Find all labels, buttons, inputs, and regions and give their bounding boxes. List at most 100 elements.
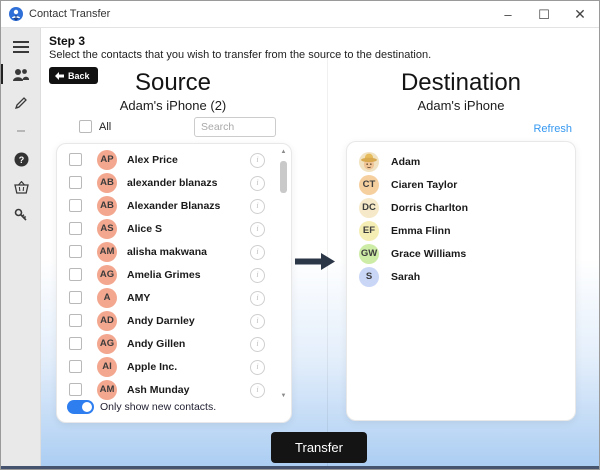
contact-name: Grace Williams xyxy=(391,248,466,260)
toggle-knob xyxy=(82,402,92,412)
destination-contact-row[interactable]: DC Dorris Charlton xyxy=(347,196,575,219)
contact-avatar: AM xyxy=(97,380,117,400)
info-icon[interactable]: i xyxy=(250,360,265,375)
contact-checkbox[interactable] xyxy=(69,245,82,258)
source-contact-row[interactable]: AS Alice S i xyxy=(57,217,291,240)
contact-checkbox[interactable] xyxy=(69,199,82,212)
source-contact-row[interactable]: AP Alex Price i xyxy=(57,148,291,171)
select-all-checkbox[interactable] xyxy=(79,120,92,133)
contact-name: Sarah xyxy=(391,271,420,283)
basket-icon xyxy=(14,181,29,194)
select-all[interactable]: All xyxy=(79,120,111,133)
contact-name: AMY xyxy=(127,292,150,304)
source-contact-list: AP Alex Price i AB alexander blanazs i A… xyxy=(56,143,292,423)
contact-avatar: AG xyxy=(97,334,117,354)
contact-name: alisha makwana xyxy=(127,246,207,258)
source-contact-row[interactable]: AI Apple Inc. i xyxy=(57,355,291,378)
source-contact-row[interactable]: AM alisha makwana i xyxy=(57,240,291,263)
contact-checkbox[interactable] xyxy=(69,153,82,166)
info-icon[interactable]: i xyxy=(250,314,265,329)
contact-checkbox[interactable] xyxy=(69,291,82,304)
contact-checkbox[interactable] xyxy=(69,176,82,189)
contact-avatar: AB xyxy=(97,196,117,216)
sidebar-item-contacts[interactable] xyxy=(1,62,41,88)
info-icon[interactable]: i xyxy=(250,268,265,283)
transfer-button[interactable]: Transfer xyxy=(271,432,367,463)
source-contact-row[interactable]: AM Ash Munday i xyxy=(57,378,291,400)
maximize-button[interactable]: ☐ xyxy=(527,1,561,28)
window-title: Contact Transfer xyxy=(29,8,110,20)
contact-checkbox[interactable] xyxy=(69,383,82,396)
contact-checkbox[interactable] xyxy=(69,222,82,235)
contact-name: Ciaren Taylor xyxy=(391,179,457,191)
info-icon[interactable]: i xyxy=(250,153,265,168)
dash-icon xyxy=(17,130,25,133)
destination-contact-row[interactable]: S Sarah xyxy=(347,265,575,288)
sidebar-item-store[interactable] xyxy=(1,174,41,200)
refresh-link[interactable]: Refresh xyxy=(506,123,572,135)
contact-name: Amelia Grimes xyxy=(127,269,201,281)
contacts-icon xyxy=(12,68,30,82)
contact-avatar: CT xyxy=(359,175,379,195)
bottom-strip xyxy=(1,466,600,470)
contact-avatar: S xyxy=(359,267,379,287)
source-contact-row[interactable]: A AMY i xyxy=(57,286,291,309)
search-input[interactable] xyxy=(194,117,276,137)
contact-avatar: A xyxy=(97,288,117,308)
toggle-label: Only show new contacts. xyxy=(100,401,216,413)
sidebar-item-edit[interactable] xyxy=(1,90,41,116)
contact-checkbox[interactable] xyxy=(69,314,82,327)
sidebar: ? xyxy=(1,28,41,470)
scroll-down-icon[interactable]: ▼ xyxy=(279,393,288,399)
scrollbar[interactable]: ▲ ▼ xyxy=(279,149,288,399)
close-button[interactable]: ✕ xyxy=(563,1,597,28)
pencil-icon xyxy=(14,96,28,110)
contact-avatar: AB xyxy=(97,173,117,193)
minimize-button[interactable]: – xyxy=(491,1,525,28)
source-device: Adam's iPhone (2) xyxy=(49,98,297,113)
app-window: Contact Transfer – ☐ ✕ xyxy=(0,0,600,470)
destination-device: Adam's iPhone xyxy=(337,98,585,113)
contact-name: Andy Darnley xyxy=(127,315,195,327)
source-contact-row[interactable]: AB alexander blanazs i xyxy=(57,171,291,194)
contact-name: Alice S xyxy=(127,223,162,235)
transfer-direction-arrow-icon xyxy=(295,252,335,271)
only-new-contacts-toggle[interactable] xyxy=(67,400,94,414)
destination-list: Adam CT Ciaren Taylor DC Dorris Charlton xyxy=(347,150,575,288)
contact-avatar: GW xyxy=(359,244,379,264)
step-description: Select the contacts that you wish to tra… xyxy=(49,49,431,61)
info-icon[interactable]: i xyxy=(250,222,265,237)
scrollbar-thumb[interactable] xyxy=(280,161,287,193)
contact-avatar: AI xyxy=(97,357,117,377)
contact-avatar: AM xyxy=(97,242,117,262)
destination-contact-row[interactable]: EF Emma Flinn xyxy=(347,219,575,242)
source-contact-row[interactable]: AB Alexander Blanazs i xyxy=(57,194,291,217)
contact-checkbox[interactable] xyxy=(69,268,82,281)
source-contact-row[interactable]: AG Amelia Grimes i xyxy=(57,263,291,286)
help-icon: ? xyxy=(14,152,29,167)
sidebar-item-help[interactable]: ? xyxy=(1,146,41,172)
destination-contact-row[interactable]: CT Ciaren Taylor xyxy=(347,173,575,196)
contact-name: Alexander Blanazs xyxy=(127,200,220,212)
source-contact-row[interactable]: AG Andy Gillen i xyxy=(57,332,291,355)
contact-photo-avatar xyxy=(359,152,379,172)
contact-checkbox[interactable] xyxy=(69,337,82,350)
sidebar-item-settings[interactable] xyxy=(1,202,41,228)
source-contact-row[interactable]: AD Andy Darnley i xyxy=(57,309,291,332)
contact-avatar: EF xyxy=(359,221,379,241)
info-icon[interactable]: i xyxy=(250,383,265,398)
info-icon[interactable]: i xyxy=(250,245,265,260)
sidebar-item-dash[interactable] xyxy=(1,118,41,144)
info-icon[interactable]: i xyxy=(250,291,265,306)
destination-contact-row[interactable]: Adam xyxy=(347,150,575,173)
info-icon[interactable]: i xyxy=(250,176,265,191)
step-heading: Step 3 xyxy=(49,34,85,48)
destination-contact-row[interactable]: GW Grace Williams xyxy=(347,242,575,265)
info-icon[interactable]: i xyxy=(250,337,265,352)
menu-button[interactable] xyxy=(1,34,41,60)
new-contacts-toggle-row: Only show new contacts. xyxy=(67,400,216,414)
scroll-up-icon[interactable]: ▲ xyxy=(279,149,288,155)
contact-checkbox[interactable] xyxy=(69,360,82,373)
info-icon[interactable]: i xyxy=(250,199,265,214)
contact-name: Emma Flinn xyxy=(391,225,451,237)
